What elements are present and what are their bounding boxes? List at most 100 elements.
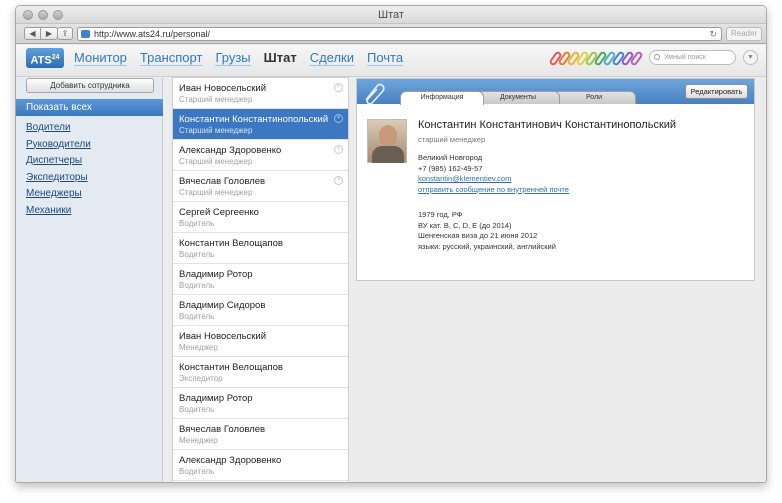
search-input[interactable]: Умный поиск [649,50,736,65]
sidebar-category-link[interactable]: Диспетчеры [26,154,91,171]
employee-city: Великий Новгород [418,153,483,162]
card-tab[interactable]: Информация [400,91,484,105]
category-list: Водители Руководители Диспетчеры Экспедитор… [26,121,91,220]
reload-icon[interactable]: ↻ [709,28,717,40]
employee-email-link[interactable]: konstantin@klementiev.com [418,174,676,185]
employee-name: Константин Константинопольский [179,114,329,125]
browser-window: Штат ◀ ▶ ⇪ http://www.ats24.ru/personal/… [15,5,767,483]
employee-list-item[interactable]: Константин Константинопольский Старший ме… [173,109,348,140]
nav-item[interactable]: Грузы [215,51,251,66]
employee-list-item[interactable]: Вячеслав Головлев Старший менеджер × [173,171,348,202]
history-buttons: ◀ ▶ [24,27,58,40]
paperclip-tags [548,50,644,67]
address-bar[interactable]: http://www.ats24.ru/personal/ ↻ [77,27,722,41]
window-title: Штат [378,9,404,21]
employee-birth: 1979 год, РФ [418,210,463,219]
employee-name: Константин Велощапов [179,238,283,249]
employee-role: Водитель [179,219,215,228]
card-tab[interactable]: Роли [552,91,636,104]
employee-name: Владимир Ротор [179,393,253,404]
sidebar-category-link[interactable]: Экспедиторы [26,171,91,188]
reader-button[interactable]: Reader [726,27,762,41]
employee-name: Александр Здоровенко [179,455,282,466]
nav-item[interactable]: Транспорт [139,51,203,66]
sidebar: Добавить сотрудника Показать всех Водите… [16,78,163,482]
employee-phone: +7 (985) 162-49-57 [418,163,483,173]
employee-name: Иван Новосельский [179,83,267,94]
employee-visa: Шенгенская виза до 21 июня 2012 [418,231,538,240]
address-text: http://www.ats24.ru/personal/ [94,29,211,39]
employee-name: Иван Новосельский [179,331,267,342]
card-tab[interactable]: Документы [476,91,560,104]
employee-list-item[interactable]: Константин Велощапов Водитель [173,233,348,264]
employee-role: Водитель [179,281,215,290]
sidebar-category-link[interactable]: Водители [26,121,91,138]
photo-body [372,146,404,163]
browser-toolbar: ◀ ▶ ⇪ http://www.ats24.ru/personal/ ↻ Re… [16,24,766,44]
share-button[interactable]: ⇪ [57,27,73,40]
employee-card: Информация Документы Роли Редактировать Ко… [356,78,755,281]
employee-name: Вячеслав Головлев [179,424,266,435]
logo-sup: 24 [51,54,60,61]
nav-item[interactable]: Сделки [309,51,354,66]
sidebar-category-link[interactable]: Менеджеры [26,187,91,204]
minimize-window-button[interactable] [38,10,48,20]
employee-photo [367,119,407,163]
employee-list-item[interactable]: Константин Велощапов Экспедитор [173,357,348,388]
card-header: Информация Документы Роли Редактировать [357,79,754,105]
employee-list-item[interactable]: Иван Новосельский Менеджер [173,326,348,357]
employee-list-item[interactable]: Александр Здоровенко Старший менеджер × [173,140,348,171]
employee-list-item[interactable]: Владимир Ротор Водитель [173,264,348,295]
employee-role: Водитель [179,467,215,476]
employee-role: Менеджер [179,436,218,445]
back-button[interactable]: ◀ [24,27,41,40]
employee-info: Константин Константинович Константинопол… [418,119,676,252]
logo-text: ATS [30,54,52,67]
employee-list-item[interactable]: Владимир Сидоров Водитель [173,295,348,326]
nav-item[interactable]: Почта [367,51,404,66]
employee-list-item[interactable]: Сергей Сергеенко Водитель [173,202,348,233]
show-all-item[interactable]: Показать всех [16,99,163,116]
forward-button[interactable]: ▶ [41,27,58,40]
add-employee-button[interactable]: Добавить сотрудника [26,78,154,93]
header-menu-button[interactable]: ▼ [743,50,758,65]
edit-button[interactable]: Редактировать [685,84,748,99]
window-controls [23,10,63,20]
zoom-window-button[interactable] [53,10,63,20]
employee-list-item[interactable]: Владимир Ротор Водитель [173,388,348,419]
employee-name: Константин Велощапов [179,362,283,373]
sidebar-category-link[interactable]: Руководители [26,138,91,155]
employee-license: ВУ кат. B, C, D, E (до 2014) [418,220,512,230]
employee-name: Владимир Ротор [179,269,253,280]
employee-languages: языки: русский, украинский, английский [418,241,556,251]
title-bar: Штат [16,6,766,24]
employee-list-item[interactable]: Вячеслав Головлев Менеджер [173,419,348,450]
close-window-button[interactable] [23,10,33,20]
employee-role: Экспедитор [179,374,223,383]
internal-message-link[interactable]: отправить сообщение по внутренней почте [418,185,676,196]
photo-head [379,125,397,147]
sidebar-category-link[interactable]: Механики [26,204,91,221]
nav-item[interactable]: Монитор [74,51,127,66]
search-icon [654,54,660,60]
employee-role: Старший менеджер [179,126,253,135]
remove-icon[interactable]: × [334,114,343,123]
main-nav: Монитор Транспорт Грузы Штат Сделки Почта [74,51,404,66]
remove-icon[interactable]: × [334,145,343,154]
app-logo[interactable]: ATS24 [26,48,64,68]
employee-role: Старший менеджер [179,157,253,166]
employee-role: Старший менеджер [179,188,253,197]
app-header: ATS24 Монитор Транспорт Грузы Штат Сделки Поч… [16,45,766,77]
remove-icon[interactable]: × [334,83,343,92]
paperclip-icon [365,83,385,104]
employee-name: Сергей Сергеенко [179,207,259,218]
employee-role: Водитель [179,312,215,321]
employee-list-item[interactable]: Иван Новосельский Старший менеджер × [173,78,348,109]
nav-item[interactable]: Штат [264,51,297,66]
employee-list-item[interactable]: Александр Здоровенко Водитель [173,450,348,481]
search-placeholder: Умный поиск [664,54,706,61]
remove-icon[interactable]: × [334,176,343,185]
employee-role: Водитель [179,250,215,259]
card-tabs: Информация Документы Роли [400,91,636,105]
employee-name: Александр Здоровенко [179,145,282,156]
